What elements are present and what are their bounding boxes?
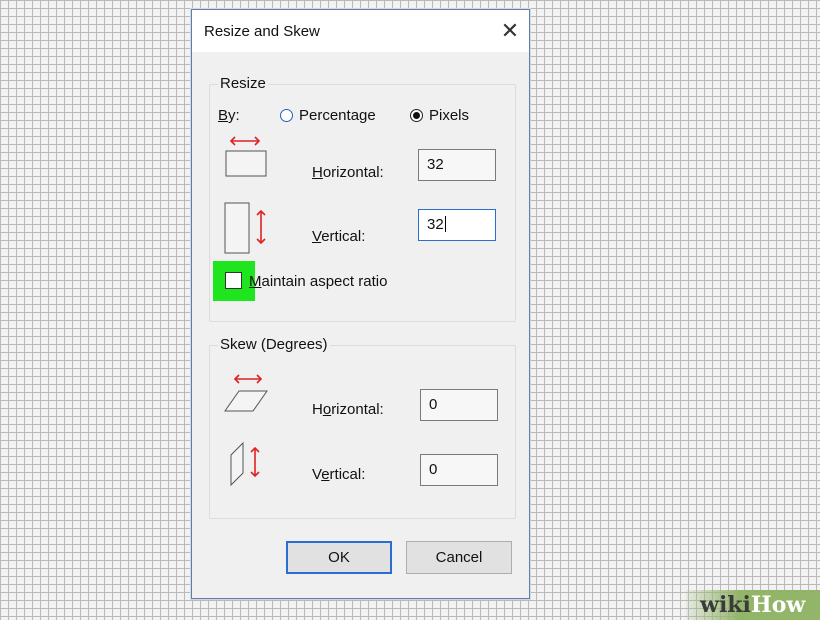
skew-vertical-label: Vertical: xyxy=(312,466,366,483)
pixels-radio[interactable] xyxy=(410,109,423,122)
by-label: By: xyxy=(218,107,240,124)
text-caret xyxy=(444,216,446,232)
title-bar[interactable]: Resize and Skew ✕ xyxy=(192,10,529,52)
close-button[interactable]: ✕ xyxy=(493,14,527,48)
skew-horizontal-icon xyxy=(224,374,268,412)
skew-vertical-input[interactable]: 0 xyxy=(420,454,498,486)
skew-horizontal-label: Horizontal: xyxy=(312,401,384,418)
cancel-button[interactable]: Cancel xyxy=(406,541,512,574)
maintain-aspect-ratio-checkbox[interactable] xyxy=(225,272,242,289)
resize-group-label: Resize xyxy=(218,75,268,92)
close-icon: ✕ xyxy=(500,18,520,43)
resize-skew-dialog: Resize and Skew ✕ Resize By: Percentage … xyxy=(191,9,530,599)
resize-vertical-input[interactable]: 32 xyxy=(418,209,496,241)
resize-vertical-icon xyxy=(224,202,266,254)
skew-group: Skew (Degrees) xyxy=(209,336,516,519)
wikihow-watermark: wikiHow xyxy=(686,590,820,620)
skew-group-label: Skew (Degrees) xyxy=(218,336,330,353)
skew-vertical-icon xyxy=(230,441,260,487)
resize-horizontal-label: Horizontal: xyxy=(312,164,384,181)
ok-button[interactable]: OK xyxy=(286,541,392,574)
resize-horizontal-icon xyxy=(225,136,267,177)
percentage-radio[interactable] xyxy=(280,109,293,122)
dialog-title: Resize and Skew xyxy=(204,23,320,40)
pixels-label[interactable]: Pixels xyxy=(429,107,469,124)
resize-vertical-label: Vertical: xyxy=(312,228,366,245)
skew-horizontal-input[interactable]: 0 xyxy=(420,389,498,421)
resize-horizontal-input[interactable]: 32 xyxy=(418,149,496,181)
percentage-label[interactable]: Percentage xyxy=(299,107,376,124)
maintain-aspect-ratio-label[interactable]: Maintain aspect ratio xyxy=(249,273,387,290)
